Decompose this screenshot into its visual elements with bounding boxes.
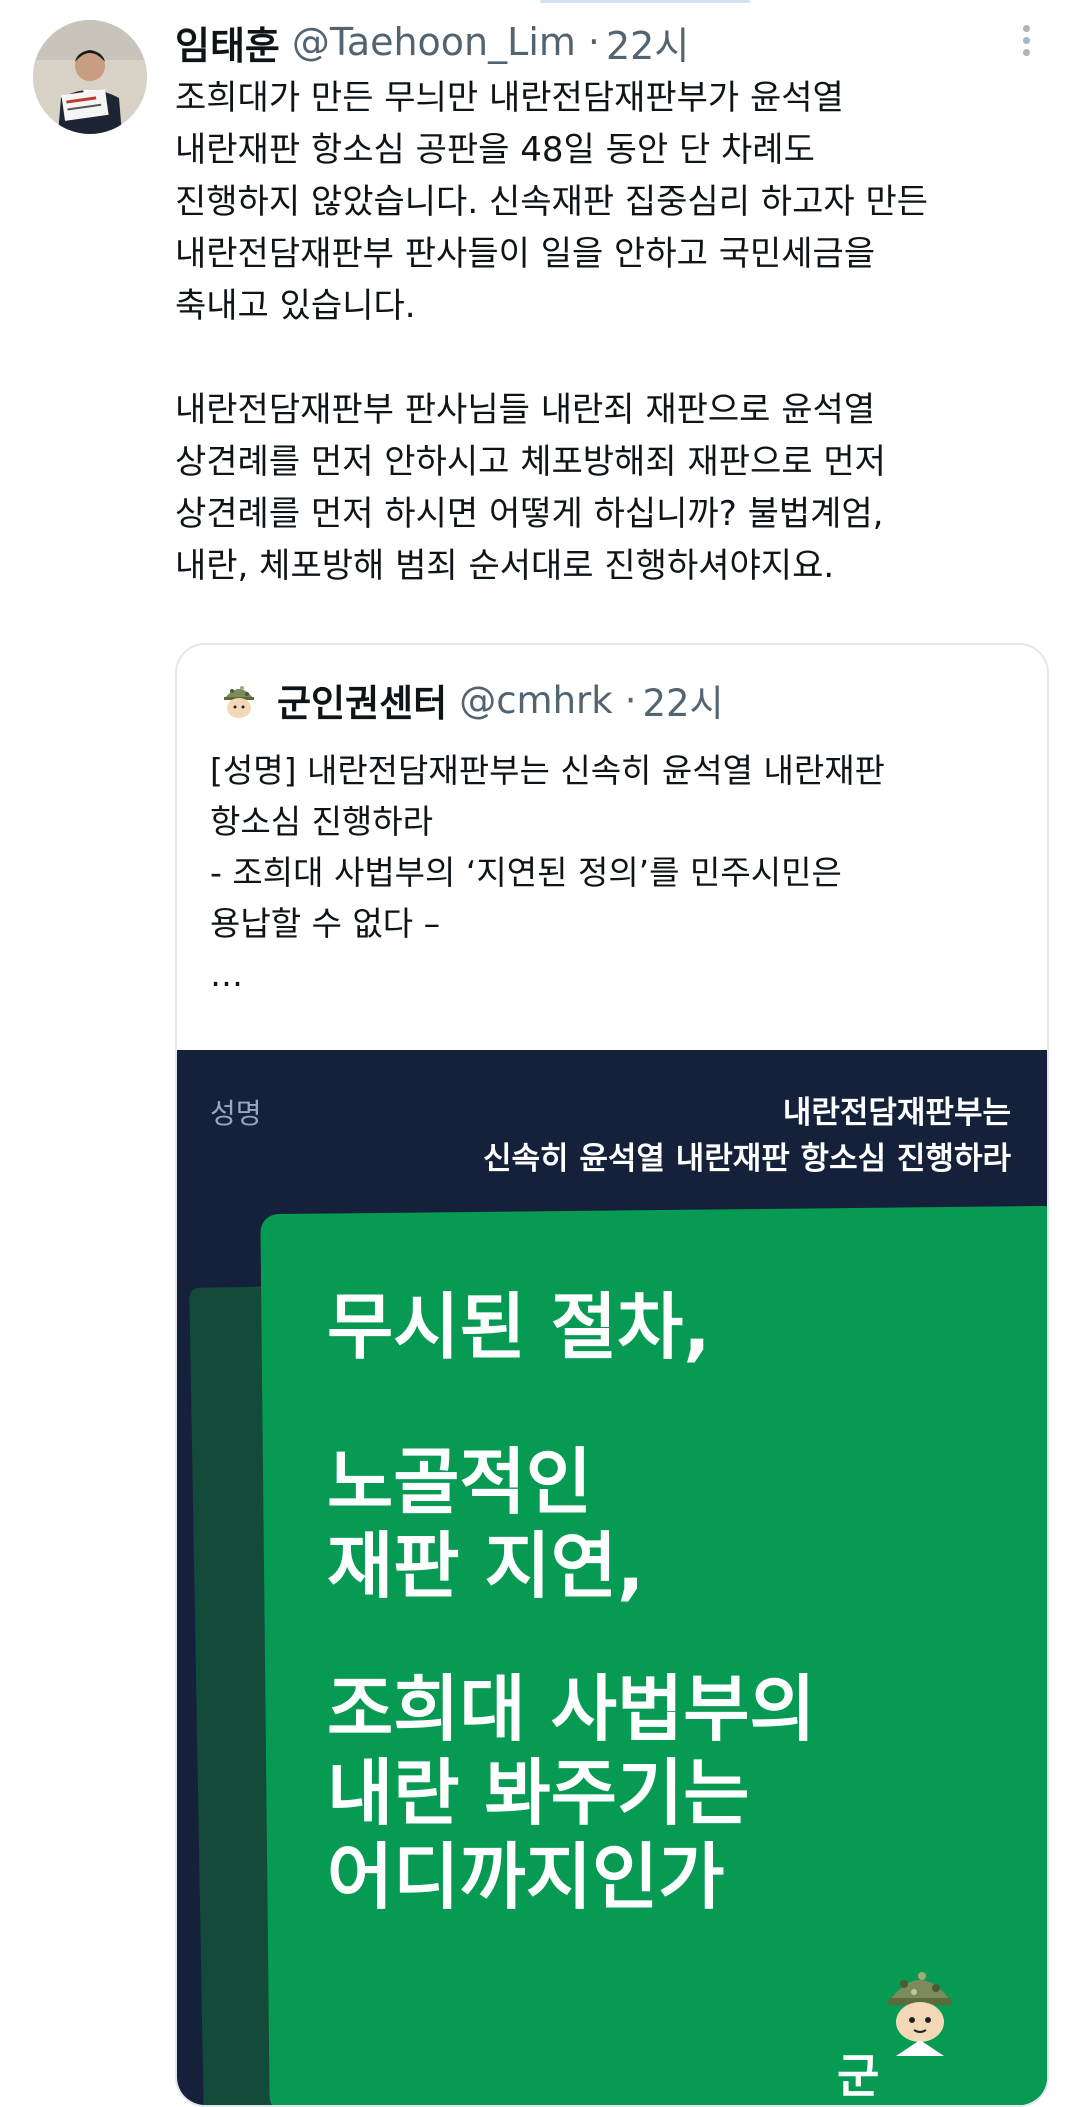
media-logo-fragment: 군 bbox=[837, 2049, 880, 2103]
quoted-media-image[interactable]: 성명 내란전담재판부는 신속히 윤석열 내란재판 항소심 진행하라 무시된 절차… bbox=[177, 1050, 1047, 2105]
quoted-author-name: 군인권센터 bbox=[277, 682, 448, 725]
media-label: 성명 bbox=[210, 1097, 262, 1130]
soldier-mascot-icon bbox=[882, 1960, 958, 2060]
quoted-author-avatar bbox=[217, 678, 261, 722]
media-heading: 내란전담재판부는 신속히 윤석열 내란재판 항소심 진행하라 bbox=[482, 1095, 1011, 1177]
tweet-time[interactable]: 22시 bbox=[606, 15, 689, 70]
author-avatar[interactable] bbox=[33, 20, 147, 134]
separator-dot: · bbox=[624, 678, 637, 722]
tweet-text: 조희대가 만든 무늬만 내란전담재판부가 윤석열 내란재판 항소심 공판을 48… bbox=[175, 78, 929, 586]
top-indicator bbox=[540, 0, 750, 3]
author-handle[interactable]: @Taehoon_Lim bbox=[292, 20, 576, 64]
author-name[interactable]: 임태훈 bbox=[175, 15, 280, 70]
media-headline-3: 조희대 사법부의 내란 봐주기는 어디까지인가 bbox=[327, 1667, 816, 1919]
tweet-header: 임태훈 @Taehoon_Lim · 22시 bbox=[175, 12, 689, 72]
quoted-author-handle: @cmhrk bbox=[459, 678, 613, 722]
quoted-tweet-header: 군인권센터 @cmhrk · 22시 bbox=[217, 675, 724, 725]
quoted-tweet-text: [성명] 내란전담재판부는 신속히 윤석열 내란재판 항소심 진행하라 - 조희… bbox=[210, 751, 885, 994]
separator-dot: · bbox=[587, 20, 600, 64]
media-headline-1: 무시된 절차, bbox=[327, 1285, 711, 1369]
quoted-tweet[interactable]: 군인권센터 @cmhrk · 22시 [성명] 내란전담재판부는 신속히 윤석열… bbox=[175, 643, 1049, 2107]
media-headline-2: 노골적인 재판 지연, bbox=[327, 1440, 645, 1608]
quoted-tweet-time: 22시 bbox=[642, 682, 724, 725]
more-vertical-icon[interactable] bbox=[1008, 20, 1044, 64]
